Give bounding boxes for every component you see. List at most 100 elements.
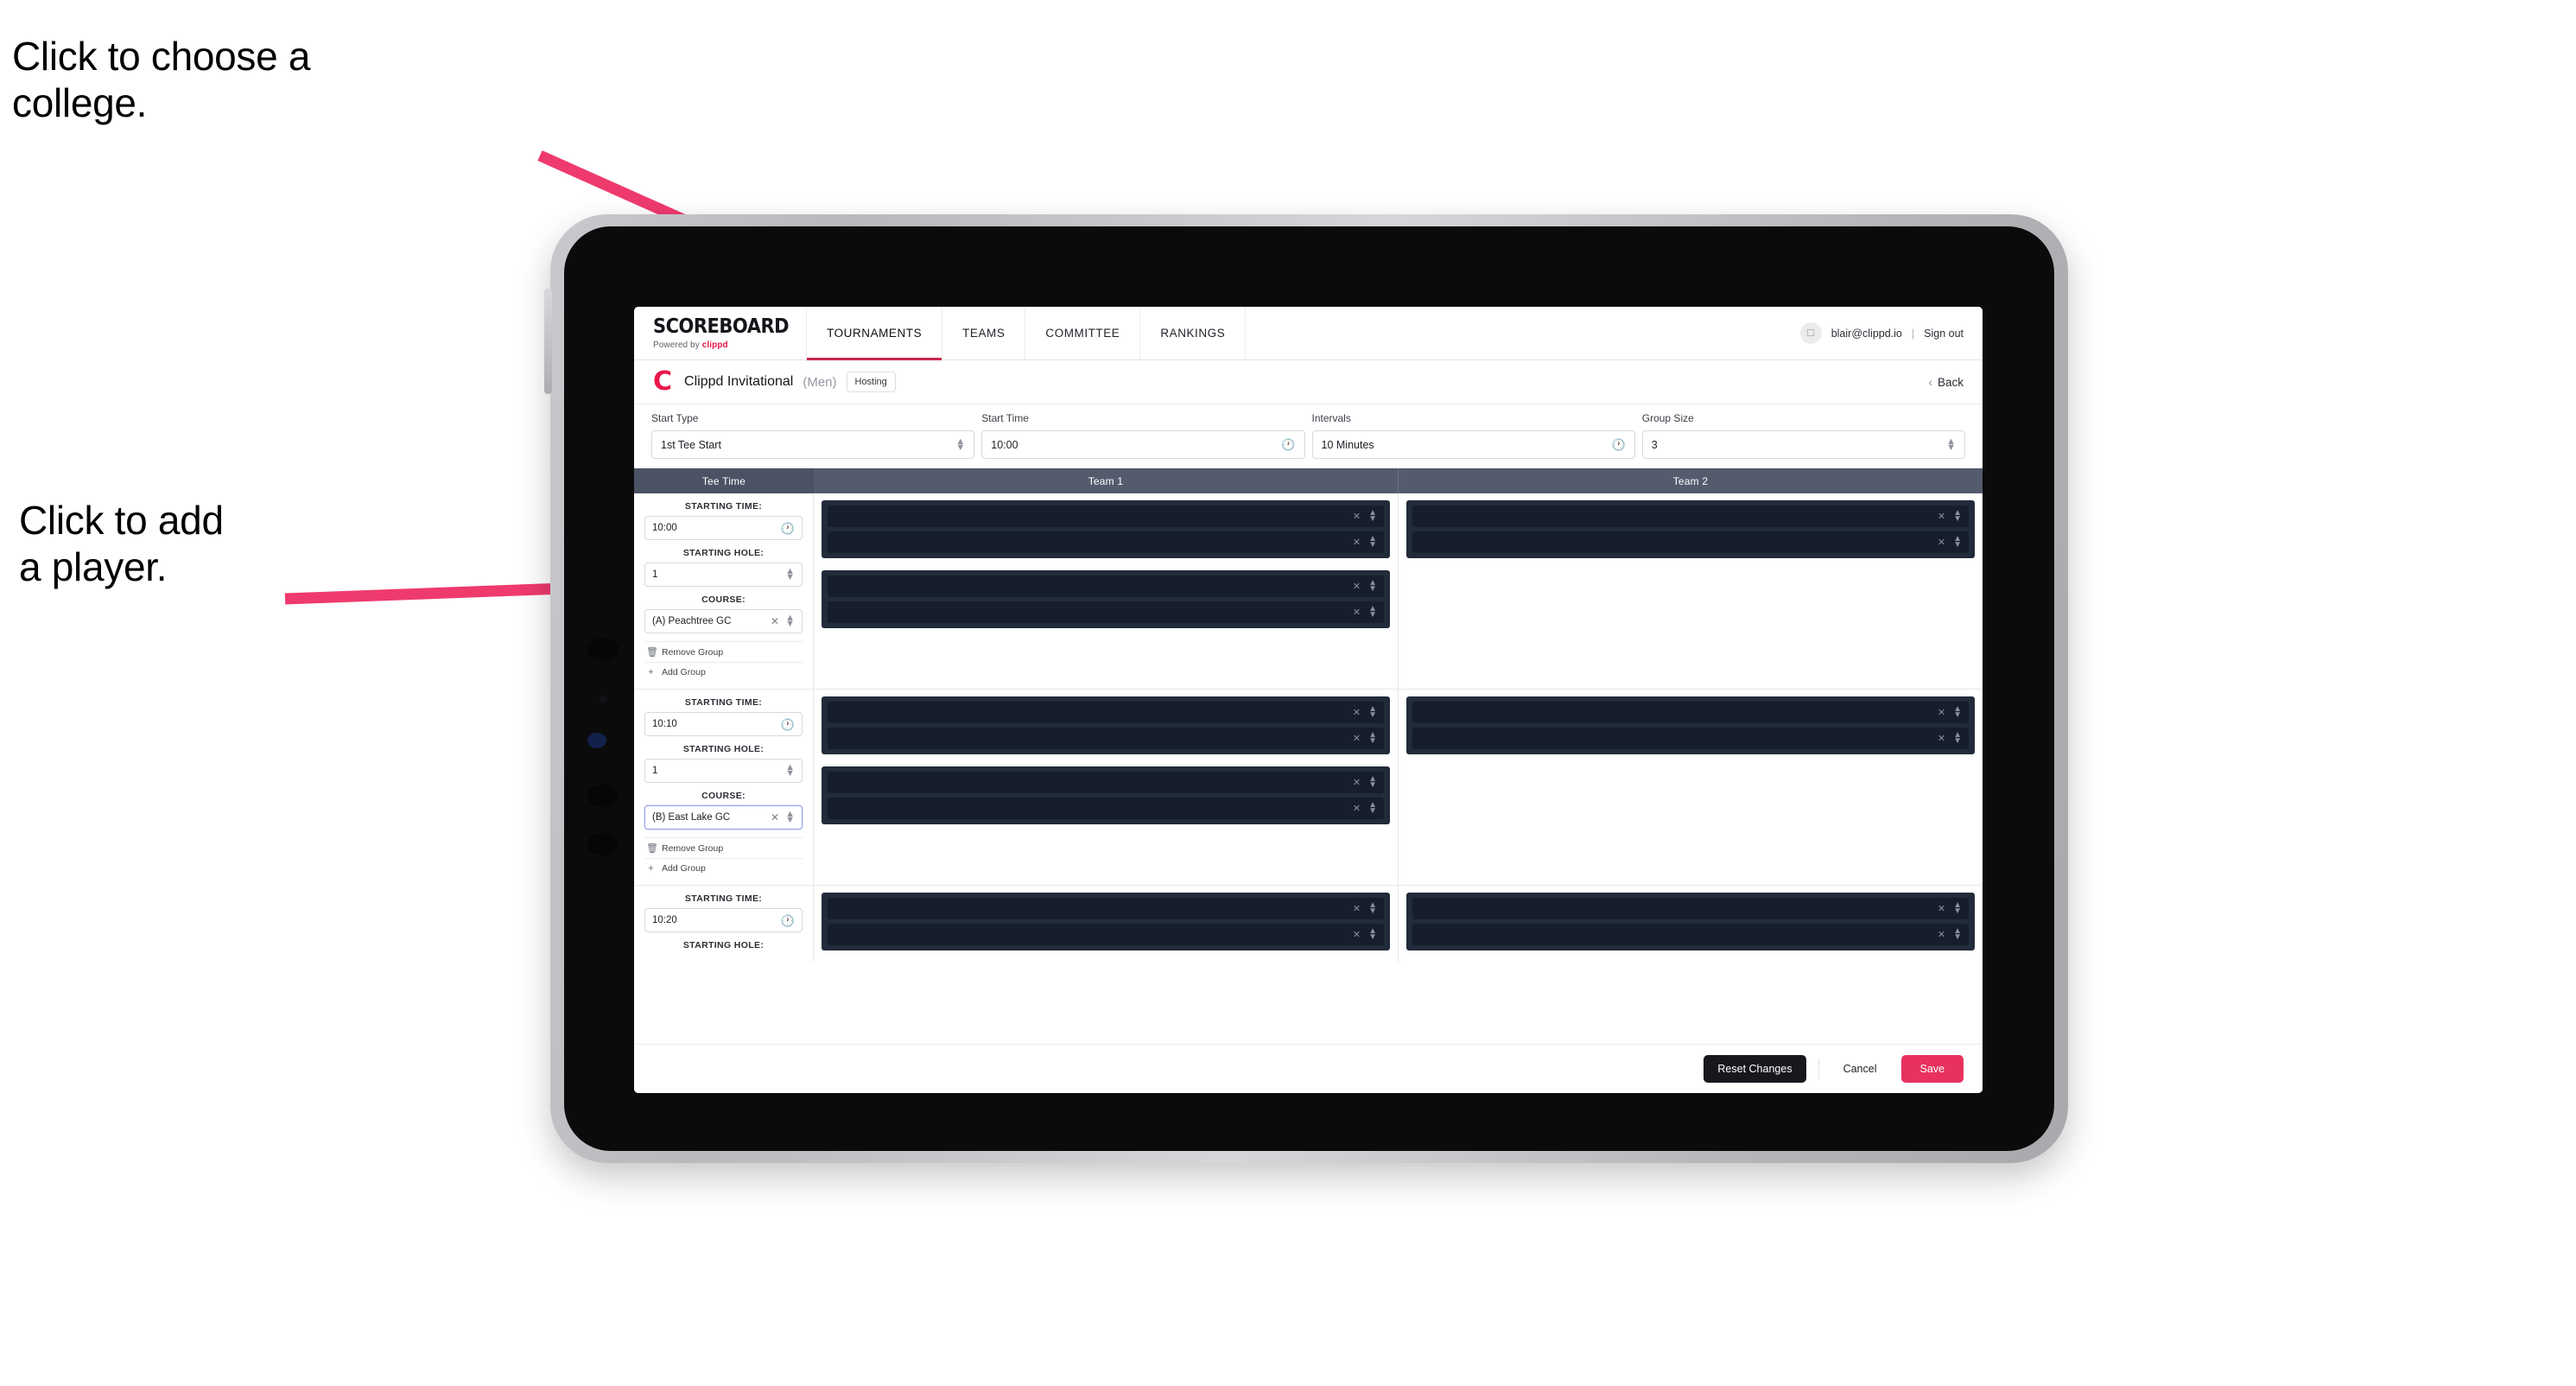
label-course-1: COURSE:: [701, 594, 746, 605]
save-button[interactable]: Save: [1900, 1055, 1964, 1083]
player-select-row[interactable]: ✕ ▲ ▼: [828, 601, 1384, 623]
player-select-row[interactable]: ✕ ▲ ▼: [1412, 702, 1969, 723]
clear-course-icon-2[interactable]: ✕: [771, 811, 779, 823]
stepper-icon-hole-2[interactable]: ▲ ▼: [785, 763, 795, 779]
stepper-icon-player[interactable]: ▲ ▼: [1368, 579, 1377, 594]
stepper-icon-player[interactable]: ▲ ▼: [1953, 927, 1962, 942]
stepper-icon-player[interactable]: ▲ ▼: [1368, 801, 1377, 816]
tournament-name: Clippd Invitational: [684, 374, 794, 389]
stepper-icon-player[interactable]: ▲ ▼: [1368, 705, 1377, 720]
clock-icon-row2[interactable]: 🕐: [781, 719, 795, 730]
stepper-icon-player[interactable]: ▲ ▼: [1368, 775, 1377, 790]
player-select-row[interactable]: ✕ ▲ ▼: [1412, 531, 1969, 553]
player-select-row[interactable]: ✕ ▲ ▼: [828, 798, 1384, 819]
clear-player-icon[interactable]: ✕: [1353, 511, 1361, 522]
player-select-row[interactable]: ✕ ▲ ▼: [1412, 505, 1969, 527]
course-select-2[interactable]: (B) East Lake GC ✕ ▲ ▼: [644, 805, 803, 830]
player-select-row[interactable]: ✕ ▲ ▼: [828, 728, 1384, 749]
clear-player-icon[interactable]: ✕: [1353, 803, 1361, 814]
tablet-speaker-icon-3: [587, 833, 619, 855]
stepper-icon-player[interactable]: ▲ ▼: [1368, 927, 1377, 942]
tab-committee[interactable]: COMMITTEE: [1025, 307, 1141, 359]
clear-player-icon[interactable]: ✕: [1938, 511, 1945, 522]
add-group-button-2[interactable]: + Add Group: [644, 858, 803, 878]
intervals-input[interactable]: 10 Minutes 🕐: [1311, 430, 1635, 459]
clear-player-icon[interactable]: ✕: [1353, 929, 1361, 940]
player-select-row[interactable]: ✕ ▲ ▼: [828, 898, 1384, 919]
user-avatar-icon[interactable]: ☐: [1799, 322, 1822, 344]
player-select-row[interactable]: ✕ ▲ ▼: [828, 702, 1384, 723]
table-row: STARTING TIME: 10:20 🕐 STARTING HOLE: ✕ …: [634, 886, 1983, 962]
player-select-row[interactable]: ✕ ▲ ▼: [828, 575, 1384, 597]
starting-hole-input-1[interactable]: 1 ▲ ▼: [644, 563, 803, 587]
tee-times-table-body[interactable]: STARTING TIME: 10:00 🕐 STARTING HOLE: 1 …: [634, 493, 1983, 1044]
cancel-button[interactable]: Cancel: [1831, 1055, 1889, 1083]
clock-icon[interactable]: 🕐: [1281, 439, 1295, 450]
stepper-icon-course-1[interactable]: ▲ ▼: [785, 614, 795, 629]
course-select-1[interactable]: (A) Peachtree GC ✕ ▲ ▼: [644, 609, 803, 633]
clock-icon-2[interactable]: 🕐: [1612, 439, 1626, 450]
player-select-row[interactable]: ✕ ▲ ▼: [828, 772, 1384, 793]
start-time-value: 10:00: [991, 438, 1018, 451]
brand-logo[interactable]: SCOREBOARD Powered by clippd: [634, 307, 808, 359]
clear-player-icon[interactable]: ✕: [1353, 707, 1361, 718]
clear-course-icon-1[interactable]: ✕: [771, 615, 779, 627]
stepper-icon-2[interactable]: ▲ ▼: [1946, 436, 1956, 452]
annotation-choose-college: Click to choose a college.: [12, 34, 311, 126]
player-select-row[interactable]: ✕ ▲ ▼: [1412, 924, 1969, 945]
back-button[interactable]: ‹ Back: [1928, 375, 1964, 389]
remove-group-button-1[interactable]: 🗑 Remove Group: [644, 641, 803, 662]
tab-rankings[interactable]: RANKINGS: [1140, 307, 1247, 359]
clear-player-icon[interactable]: ✕: [1938, 903, 1945, 914]
clear-player-icon[interactable]: ✕: [1353, 733, 1361, 744]
clock-icon-row1[interactable]: 🕐: [781, 523, 795, 534]
start-type-select[interactable]: 1st Tee Start ▲ ▼: [651, 430, 975, 459]
stepper-icon-hole-1[interactable]: ▲ ▼: [785, 567, 795, 582]
reset-changes-button[interactable]: Reset Changes: [1704, 1055, 1806, 1083]
remove-group-label-2: Remove Group: [662, 842, 724, 854]
clear-player-icon[interactable]: ✕: [1938, 537, 1945, 548]
add-group-button-1[interactable]: + Add Group: [644, 662, 803, 682]
stepper-icon-player[interactable]: ▲ ▼: [1953, 509, 1962, 524]
stepper-icon-player[interactable]: ▲ ▼: [1368, 901, 1377, 916]
action-footer: Reset Changes Cancel Save: [634, 1044, 1983, 1093]
stepper-icon-player[interactable]: ▲ ▼: [1368, 731, 1377, 746]
stepper-icon-course-2[interactable]: ▲ ▼: [785, 810, 795, 825]
stepper-icon-player[interactable]: ▲ ▼: [1368, 605, 1377, 620]
stepper-icon-player[interactable]: ▲ ▼: [1953, 535, 1962, 550]
stepper-icon[interactable]: ▲ ▼: [955, 436, 965, 452]
group-size-select[interactable]: 3 ▲ ▼: [1641, 430, 1965, 459]
team1-cell-3: ✕ ▲ ▼ ✕ ▲ ▼: [814, 886, 1399, 962]
player-select-row[interactable]: ✕ ▲ ▼: [828, 924, 1384, 945]
stepper-icon-player[interactable]: ▲ ▼: [1953, 731, 1962, 746]
player-select-row[interactable]: ✕ ▲ ▼: [828, 505, 1384, 527]
player-select-row[interactable]: ✕ ▲ ▼: [1412, 728, 1969, 749]
tee-time-cell-3: STARTING TIME: 10:20 🕐 STARTING HOLE:: [634, 886, 814, 962]
player-select-row[interactable]: ✕ ▲ ▼: [828, 531, 1384, 553]
clock-icon-row3[interactable]: 🕐: [781, 915, 795, 926]
stepper-icon-player[interactable]: ▲ ▼: [1368, 509, 1377, 524]
tab-teams[interactable]: TEAMS: [942, 307, 1026, 359]
start-time-input[interactable]: 10:00 🕐: [981, 430, 1305, 459]
remove-group-button-2[interactable]: 🗑 Remove Group: [644, 837, 803, 858]
clear-player-icon[interactable]: ✕: [1938, 733, 1945, 744]
control-intervals: Intervals 10 Minutes 🕐: [1311, 412, 1635, 459]
stepper-icon-player[interactable]: ▲ ▼: [1368, 535, 1377, 550]
sign-out-link[interactable]: Sign out: [1924, 327, 1964, 340]
starting-time-input-3[interactable]: 10:20 🕐: [644, 908, 803, 932]
clear-player-icon[interactable]: ✕: [1938, 929, 1945, 940]
clear-player-icon[interactable]: ✕: [1353, 581, 1361, 592]
clear-player-icon[interactable]: ✕: [1938, 707, 1945, 718]
starting-time-input-1[interactable]: 10:00 🕐: [644, 516, 803, 540]
starting-time-input-2[interactable]: 10:10 🕐: [644, 712, 803, 736]
clear-player-icon[interactable]: ✕: [1353, 607, 1361, 618]
clear-player-icon[interactable]: ✕: [1353, 777, 1361, 788]
clear-player-icon[interactable]: ✕: [1353, 903, 1361, 914]
tablet-side-button[interactable]: [544, 289, 552, 394]
stepper-icon-player[interactable]: ▲ ▼: [1953, 705, 1962, 720]
clear-player-icon[interactable]: ✕: [1353, 537, 1361, 548]
stepper-icon-player[interactable]: ▲ ▼: [1953, 901, 1962, 916]
starting-hole-input-2[interactable]: 1 ▲ ▼: [644, 759, 803, 783]
tab-tournaments[interactable]: TOURNAMENTS: [807, 307, 943, 360]
player-select-row[interactable]: ✕ ▲ ▼: [1412, 898, 1969, 919]
